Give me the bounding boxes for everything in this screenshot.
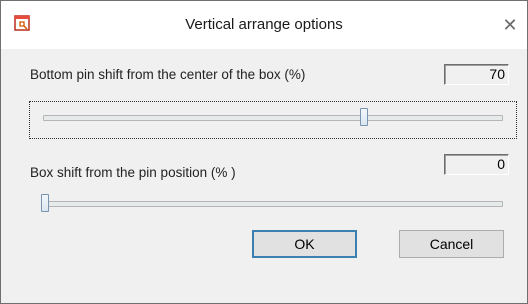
ok-button[interactable]: OK xyxy=(252,230,357,258)
box-shift-value[interactable]: 0 xyxy=(444,154,509,175)
pin-shift-slider-thumb[interactable] xyxy=(359,108,368,126)
box-shift-slider-thumb[interactable] xyxy=(41,194,49,212)
title-bar: Vertical arrange options ✕ xyxy=(1,1,527,49)
dialog-window: Vertical arrange options ✕ Bottom pin sh… xyxy=(0,0,528,304)
close-icon[interactable]: ✕ xyxy=(499,14,521,36)
pin-shift-slider-track[interactable] xyxy=(43,115,503,121)
cancel-button[interactable]: Cancel xyxy=(399,230,504,258)
box-shift-label: Box shift from the pin position (% ) xyxy=(30,165,236,180)
box-shift-slider-track[interactable] xyxy=(43,201,503,207)
window-title: Vertical arrange options xyxy=(185,16,343,33)
pin-shift-label: Bottom pin shift from the center of the … xyxy=(30,67,306,82)
pin-shift-value[interactable]: 70 xyxy=(444,64,509,85)
